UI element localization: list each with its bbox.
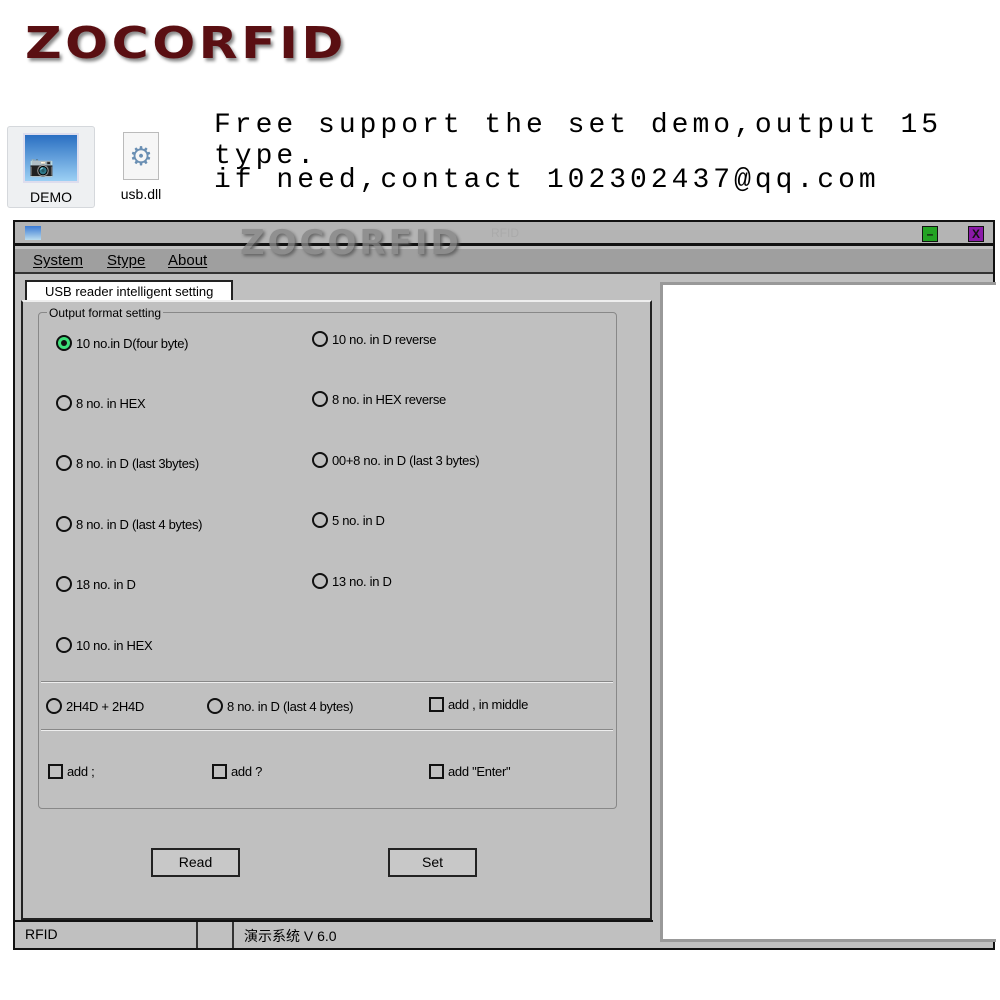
radio-icon bbox=[312, 512, 328, 528]
radio-label: 8 no. in HEX bbox=[76, 395, 146, 411]
radio-8-no-in-d-last4-b[interactable]: 8 no. in D (last 4 bytes) bbox=[207, 698, 353, 714]
radio-13-no-in-d[interactable]: 13 no. in D bbox=[312, 573, 392, 589]
radio-icon bbox=[56, 576, 72, 592]
promo-line-2: if need,contact 102302437@qq.com bbox=[214, 165, 880, 196]
radio-icon bbox=[312, 452, 328, 468]
radio-label: 13 no. in D bbox=[332, 573, 392, 589]
radio-8-no-in-d-last4[interactable]: 8 no. in D (last 4 bytes) bbox=[56, 516, 202, 532]
radio-icon bbox=[312, 573, 328, 589]
read-button[interactable]: Read bbox=[151, 848, 240, 877]
radio-icon bbox=[56, 455, 72, 471]
radio-5-no-in-d[interactable]: 5 no. in D bbox=[312, 512, 385, 528]
desktop-label: DEMO bbox=[30, 189, 72, 205]
close-button[interactable]: X bbox=[968, 226, 984, 242]
menu-stype[interactable]: Stype bbox=[107, 252, 145, 269]
radio-icon bbox=[312, 391, 328, 407]
divider bbox=[41, 729, 613, 731]
checkbox-icon bbox=[48, 764, 63, 779]
radio-icon bbox=[46, 698, 62, 714]
radio-label: 2H4D + 2H4D bbox=[66, 698, 144, 714]
output-format-group bbox=[38, 312, 617, 809]
radio-label: 8 no. in D (last 4 bytes) bbox=[76, 516, 203, 532]
menu-system[interactable]: System bbox=[33, 252, 83, 269]
checkbox-label: add , in middle bbox=[448, 697, 529, 712]
radio-label: 00+8 no. in D (last 3 bytes) bbox=[332, 452, 480, 468]
divider bbox=[41, 681, 613, 683]
title-bar: RFID – X bbox=[15, 222, 993, 246]
checkbox-icon bbox=[429, 697, 444, 712]
checkbox-label: add "Enter" bbox=[448, 764, 511, 779]
radio-label: 8 no. in D (last 3bytes) bbox=[76, 455, 199, 471]
checkbox-add-semicolon[interactable]: add ; bbox=[48, 764, 95, 779]
radio-icon bbox=[207, 698, 223, 714]
radio-10-no-in-d-reverse[interactable]: 10 no. in D reverse bbox=[312, 331, 436, 347]
radio-icon bbox=[56, 516, 72, 532]
tab-usb-reader-setting[interactable]: USB reader intelligent setting bbox=[25, 280, 233, 300]
menu-about[interactable]: About bbox=[168, 252, 207, 269]
rfid-window: RFID – X System Stype About ZOCORFID USB… bbox=[13, 220, 996, 950]
radio-label: 8 no. in HEX reverse bbox=[332, 391, 446, 407]
radio-label: 10 no. in HEX bbox=[76, 637, 153, 653]
checkbox-icon bbox=[212, 764, 227, 779]
radio-label: 5 no. in D bbox=[332, 512, 385, 528]
checkbox-add-enter[interactable]: add "Enter" bbox=[429, 764, 511, 779]
radio-label: 10 no.in D(four byte) bbox=[76, 335, 189, 351]
radio-label: 10 no. in D reverse bbox=[332, 331, 437, 347]
promo-line-1: Free support the set demo,output 15 type… bbox=[214, 110, 943, 172]
radio-8-no-in-hex-reverse[interactable]: 8 no. in HEX reverse bbox=[312, 391, 446, 407]
brand-logo: ZOCORFID bbox=[25, 18, 347, 69]
status-version: 演示系统 V 6.0 bbox=[244, 928, 337, 944]
radio-icon bbox=[56, 395, 72, 411]
radio-label: 8 no. in D (last 4 bytes) bbox=[227, 698, 354, 714]
status-rfid: RFID bbox=[15, 922, 198, 948]
radio-8-no-in-hex[interactable]: 8 no. in HEX bbox=[56, 395, 146, 411]
desktop-icon-usb-dll[interactable]: ⚙ usb.dll bbox=[97, 126, 185, 208]
radio-00-8-no-in-d[interactable]: 00+8 no. in D (last 3 bytes) bbox=[312, 452, 480, 468]
desktop-label: usb.dll bbox=[120, 186, 162, 202]
dll-gear-icon: ⚙ bbox=[123, 132, 159, 180]
radio-checked-icon bbox=[56, 335, 72, 351]
watermark-logo: ZOCORFID bbox=[240, 223, 462, 263]
minimize-button[interactable]: – bbox=[922, 226, 938, 242]
menu-bar: System Stype About bbox=[15, 249, 993, 274]
radio-10-no-in-d[interactable]: 10 no.in D(four byte) bbox=[56, 335, 189, 351]
checkbox-label: add ; bbox=[67, 764, 95, 779]
checkbox-add-question[interactable]: add ? bbox=[212, 764, 262, 779]
app-icon bbox=[25, 226, 41, 240]
output-text-area[interactable] bbox=[660, 282, 996, 942]
image-camera-icon: 📷 bbox=[23, 133, 79, 183]
checkbox-add-comma[interactable]: add , in middle bbox=[429, 697, 528, 712]
status-empty bbox=[198, 922, 234, 948]
radio-label: 18 no. in D bbox=[76, 576, 136, 592]
group-title: Output format setting bbox=[47, 306, 164, 320]
radio-2h4d[interactable]: 2H4D + 2H4D bbox=[46, 698, 144, 714]
radio-icon bbox=[56, 637, 72, 653]
status-bar: RFID 演示系统 V 6.0 bbox=[15, 920, 653, 948]
radio-icon bbox=[312, 331, 328, 347]
checkbox-icon bbox=[429, 764, 444, 779]
checkbox-label: add ? bbox=[231, 764, 263, 779]
set-button[interactable]: Set bbox=[388, 848, 477, 877]
radio-8-no-in-d-last3[interactable]: 8 no. in D (last 3bytes) bbox=[56, 455, 199, 471]
radio-10-no-in-hex[interactable]: 10 no. in HEX bbox=[56, 637, 153, 653]
window-title: RFID bbox=[491, 226, 519, 240]
radio-18-no-in-d[interactable]: 18 no. in D bbox=[56, 576, 136, 592]
desktop-icon-demo[interactable]: 📷 DEMO bbox=[7, 126, 95, 208]
